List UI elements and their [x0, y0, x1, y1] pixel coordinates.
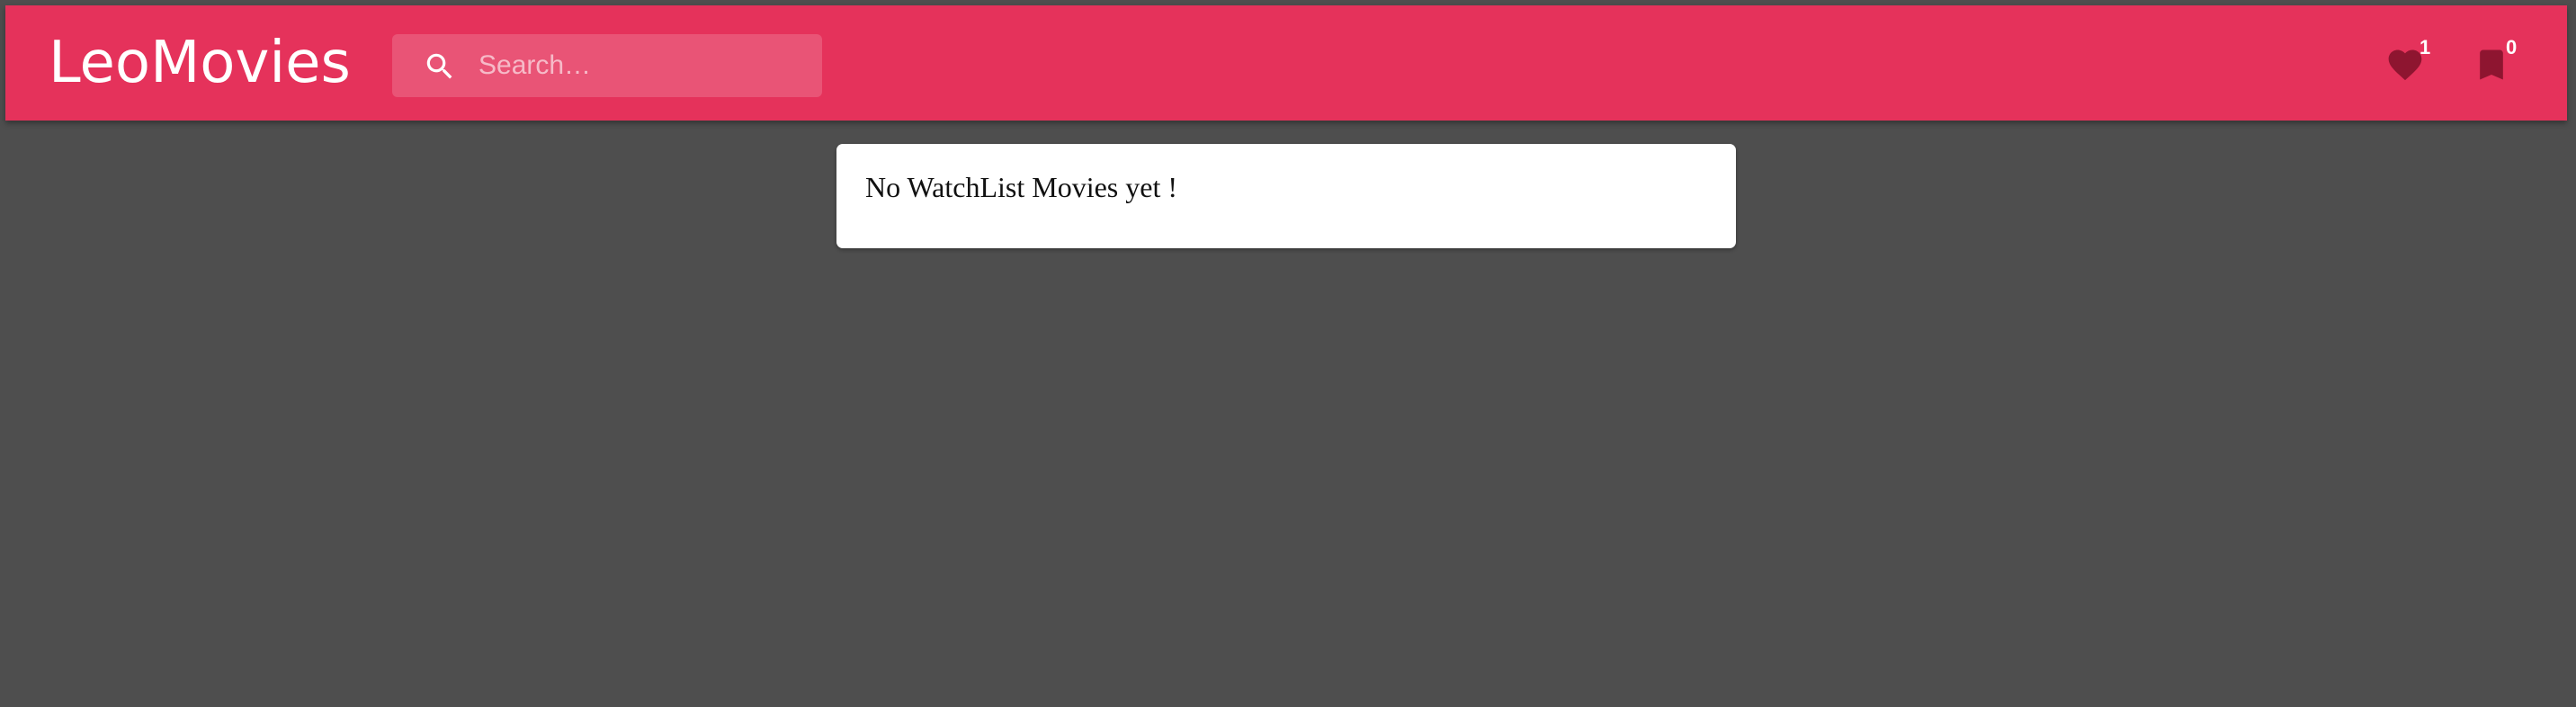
- search-input[interactable]: [479, 34, 802, 97]
- search-icon: [426, 53, 452, 79]
- watchlist-button[interactable]: 0: [2464, 36, 2518, 90]
- favorites-count-badge: 1: [2419, 36, 2431, 58]
- watchlist-empty-card: No WatchList Movies yet !: [836, 144, 1736, 248]
- empty-message: No WatchList Movies yet !: [865, 171, 1177, 203]
- watchlist-count-badge: 0: [2506, 36, 2518, 58]
- favorites-button[interactable]: 1: [2378, 36, 2432, 90]
- brand-logo[interactable]: LeoMovies: [49, 5, 351, 121]
- app-bar: LeoMovies 1 0: [5, 5, 2567, 121]
- search-box[interactable]: [392, 34, 822, 97]
